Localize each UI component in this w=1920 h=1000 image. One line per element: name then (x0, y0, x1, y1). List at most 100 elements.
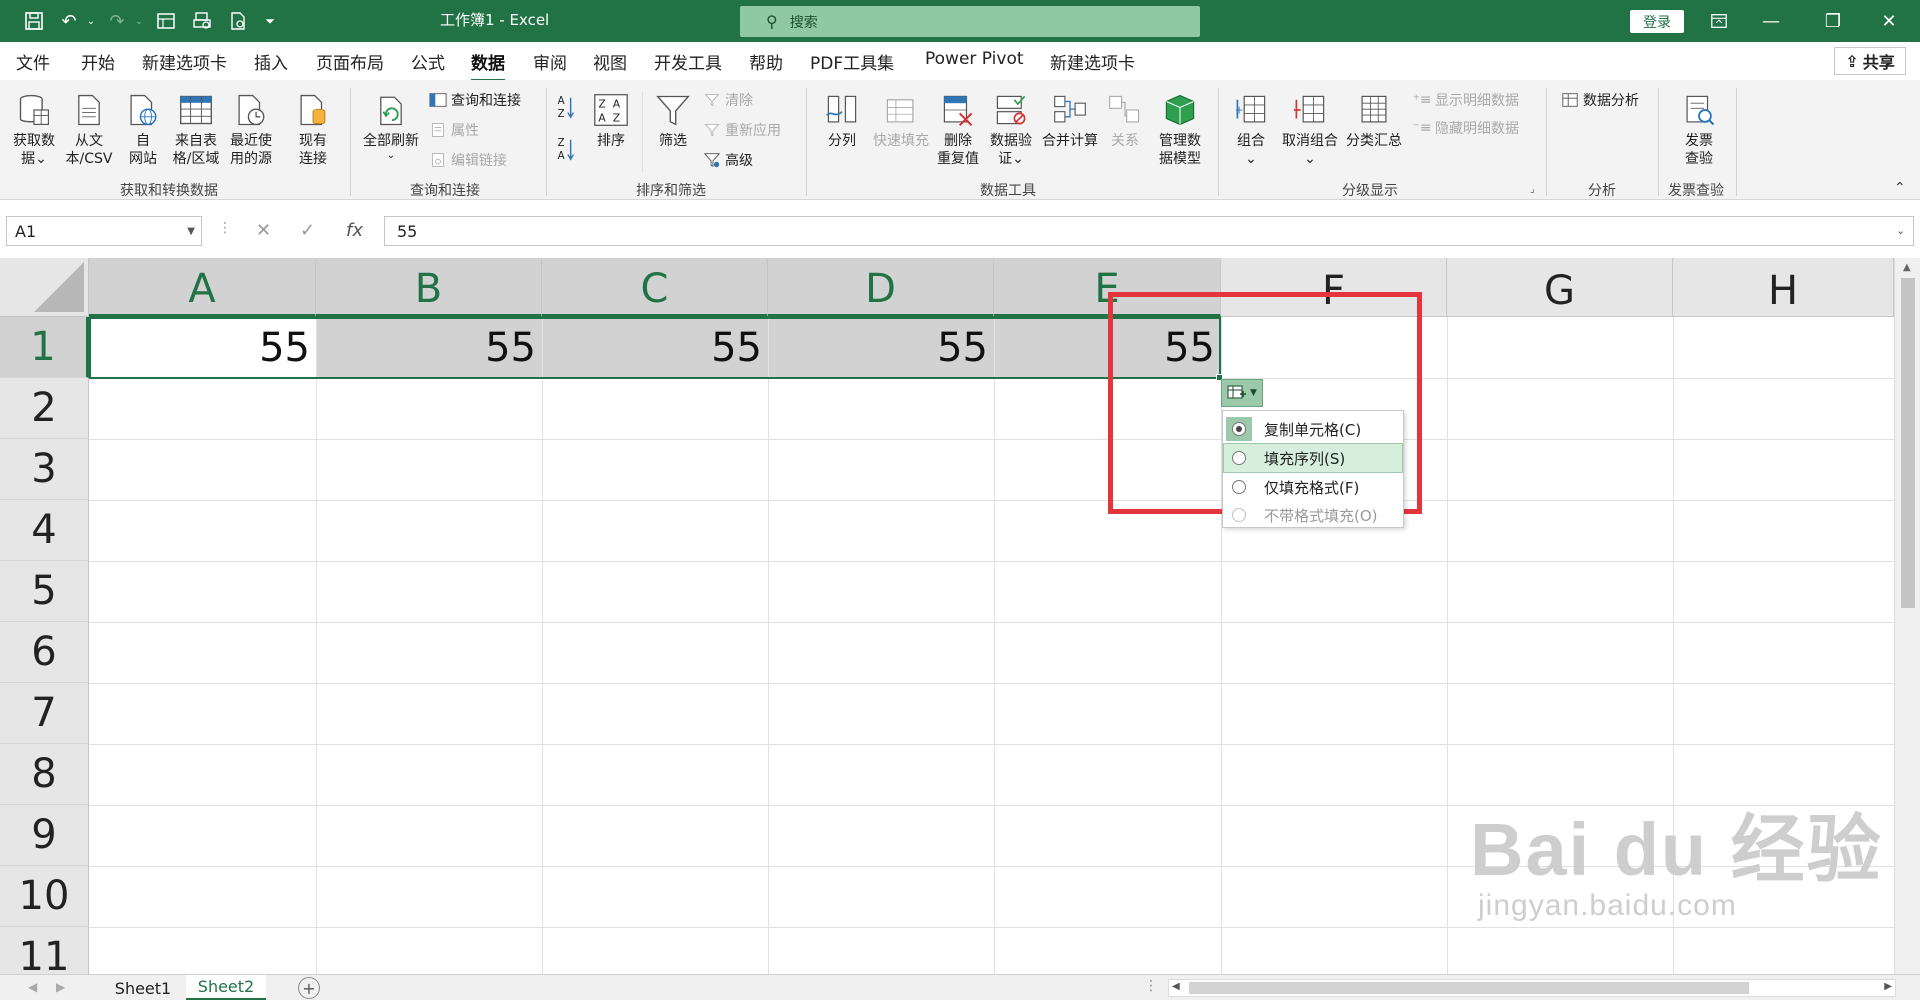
horizontal-scroll-thumb[interactable] (1189, 982, 1749, 994)
row-header-8[interactable]: 8 (0, 744, 89, 805)
row-header-9[interactable]: 9 (0, 805, 89, 866)
login-button[interactable]: 登录 (1630, 10, 1684, 33)
from-text-csv-button[interactable]: 从文 本/CSV (60, 88, 118, 168)
row-header-2[interactable]: 2 (0, 378, 89, 439)
from-table-range-button[interactable]: 来自表 格/区域 (168, 88, 224, 168)
from-web-button[interactable]: 自 网站 (120, 88, 166, 168)
insert-function-icon[interactable]: fx (346, 220, 363, 241)
close-icon[interactable]: ✕ (1866, 6, 1912, 36)
row-header-5[interactable]: 5 (0, 561, 89, 622)
reapply-button[interactable]: 重新应用 (702, 120, 781, 140)
get-data-button[interactable]: 获取数 据⌄ (8, 88, 60, 168)
tab-file[interactable]: 文件 (16, 49, 50, 74)
tab-insert[interactable]: 插入 (254, 49, 288, 74)
add-sheet-icon[interactable]: + (298, 977, 320, 999)
sort-descending-icon[interactable]: ZA (556, 136, 576, 162)
restore-icon[interactable]: ❐ (1810, 6, 1856, 36)
row-header-3[interactable]: 3 (0, 439, 89, 500)
tab-power-pivot[interactable]: Power Pivot (925, 49, 1024, 69)
customize-qat-icon[interactable]: ⏷ (262, 9, 278, 33)
consolidate-button[interactable]: 合并计算 (1038, 88, 1102, 150)
subtotal-button[interactable]: 分类汇总 (1342, 88, 1406, 150)
tab-page-layout[interactable]: 页面布局 (316, 49, 384, 74)
row-header-1[interactable]: 1 (0, 317, 89, 378)
clear-filter-button[interactable]: 清除 (702, 90, 753, 110)
save-icon[interactable] (20, 9, 48, 33)
undo-dropdown-icon[interactable]: ⌄ (84, 9, 98, 33)
tab-data[interactable]: 数据 (471, 49, 505, 82)
scroll-up-icon[interactable]: ▲ (1903, 262, 1911, 273)
hide-detail-button[interactable]: ⁻≡ 隐藏明细数据 (1412, 118, 1519, 138)
name-box[interactable]: A1 ▼ (6, 216, 202, 246)
tab-formulas[interactable]: 公式 (411, 49, 445, 74)
name-box-dropdown-icon[interactable]: ▼ (187, 226, 195, 237)
form-icon[interactable] (152, 9, 180, 33)
advanced-filter-button[interactable]: 高级 (702, 150, 753, 170)
data-validation-button[interactable]: 数据验 证⌄ (984, 88, 1038, 168)
invoice-check-button[interactable]: 发票 查验 (1668, 88, 1730, 168)
properties-button[interactable]: 属性 (428, 120, 479, 140)
manage-data-model-button[interactable]: 管理数 据模型 (1152, 88, 1208, 168)
edit-links-button[interactable]: 编辑链接 (428, 150, 507, 170)
tab-pdf-tools[interactable]: PDF工具集 (810, 49, 894, 74)
split-handle-icon[interactable]: ⋮ (1144, 978, 1158, 994)
option-copy-cells[interactable]: 复制单元格(C) (1224, 415, 1402, 443)
existing-connections-button[interactable]: 现有 连接 (290, 88, 336, 168)
expand-formula-bar-icon[interactable]: ⌄ (1896, 224, 1905, 237)
remove-duplicates-button[interactable]: 删除 重复值 (932, 88, 984, 168)
tab-new-tab[interactable]: 新建选项卡 (142, 49, 227, 74)
minimize-icon[interactable]: — (1748, 6, 1794, 36)
row-header-4[interactable]: 4 (0, 500, 89, 561)
column-header-c[interactable]: C (542, 258, 768, 317)
column-header-b[interactable]: B (316, 258, 542, 317)
text-to-columns-button[interactable]: 分列 (816, 88, 868, 150)
queries-connections-button[interactable]: 查询和连接 (428, 90, 521, 110)
ribbon-display-options-icon[interactable] (1696, 6, 1742, 36)
sheet-tab-sheet2[interactable]: Sheet2 (186, 975, 266, 1000)
undo-icon[interactable]: ↶ (56, 9, 82, 33)
refresh-all-button[interactable]: 全部刷新 ⌄ (358, 88, 424, 162)
cancel-icon[interactable]: ✕ (256, 220, 271, 241)
column-header-d[interactable]: D (768, 258, 994, 317)
redo-icon[interactable]: ↷ (104, 9, 130, 33)
document-icon[interactable] (224, 9, 252, 33)
row-header-6[interactable]: 6 (0, 622, 89, 683)
row-header-10[interactable]: 10 (0, 866, 89, 927)
tab-developer[interactable]: 开发工具 (654, 49, 722, 74)
search-box[interactable]: ⚲ 搜索 (740, 6, 1200, 37)
option-fill-formatting-only[interactable]: 仅填充格式(F) (1224, 473, 1402, 501)
show-detail-button[interactable]: ⁺≡ 显示明细数据 (1412, 90, 1519, 110)
horizontal-scrollbar[interactable]: ◀ ▶ (1168, 979, 1896, 997)
sheet-tab-sheet1[interactable]: Sheet1 (102, 975, 184, 1000)
vertical-scrollbar[interactable]: ▲ (1894, 258, 1920, 974)
row-header-7[interactable]: 7 (0, 683, 89, 744)
data-analysis-button[interactable]: 数据分析 (1560, 90, 1639, 110)
tab-help[interactable]: 帮助 (749, 49, 783, 74)
formula-input[interactable]: 55 (384, 216, 1914, 246)
tab-home[interactable]: 开始 (81, 49, 115, 74)
tab-new-tab-2[interactable]: 新建选项卡 (1050, 49, 1135, 74)
filter-button[interactable]: 筛选 (650, 88, 696, 150)
prev-sheet-icon[interactable]: ◀ (28, 980, 37, 994)
option-fill-without-formatting[interactable]: 不带格式填充(O) (1224, 501, 1402, 527)
enter-icon[interactable]: ✓ (300, 220, 315, 241)
group-button[interactable]: + 组合 ⌄ (1226, 88, 1276, 168)
recent-sources-button[interactable]: 最近使 用的源 (224, 88, 278, 168)
redo-dropdown-icon[interactable]: ⌄ (132, 9, 146, 33)
share-button[interactable]: ⇪ 共享 (1834, 47, 1906, 75)
next-sheet-icon[interactable]: ▶ (56, 980, 65, 994)
column-header-g[interactable]: G (1447, 258, 1673, 317)
select-all-button[interactable] (0, 258, 89, 317)
ungroup-button[interactable]: 取消组合 ⌄ (1278, 88, 1342, 168)
tab-view[interactable]: 视图 (593, 49, 627, 74)
auto-fill-options-button[interactable]: ▼ (1221, 379, 1263, 407)
print-preview-icon[interactable] (188, 9, 216, 33)
flash-fill-button[interactable]: 快速填充 (868, 88, 934, 150)
relationships-button[interactable]: 关系 (1102, 88, 1148, 150)
sort-button[interactable]: ZAAZ 排序 (588, 88, 634, 150)
scroll-left-icon[interactable]: ◀ (1172, 981, 1180, 992)
row-header-11[interactable]: 11 (0, 927, 89, 974)
scroll-right-icon[interactable]: ▶ (1884, 981, 1892, 992)
collapse-ribbon-icon[interactable]: ⌃ (1894, 180, 1906, 196)
tab-review[interactable]: 审阅 (533, 49, 567, 74)
